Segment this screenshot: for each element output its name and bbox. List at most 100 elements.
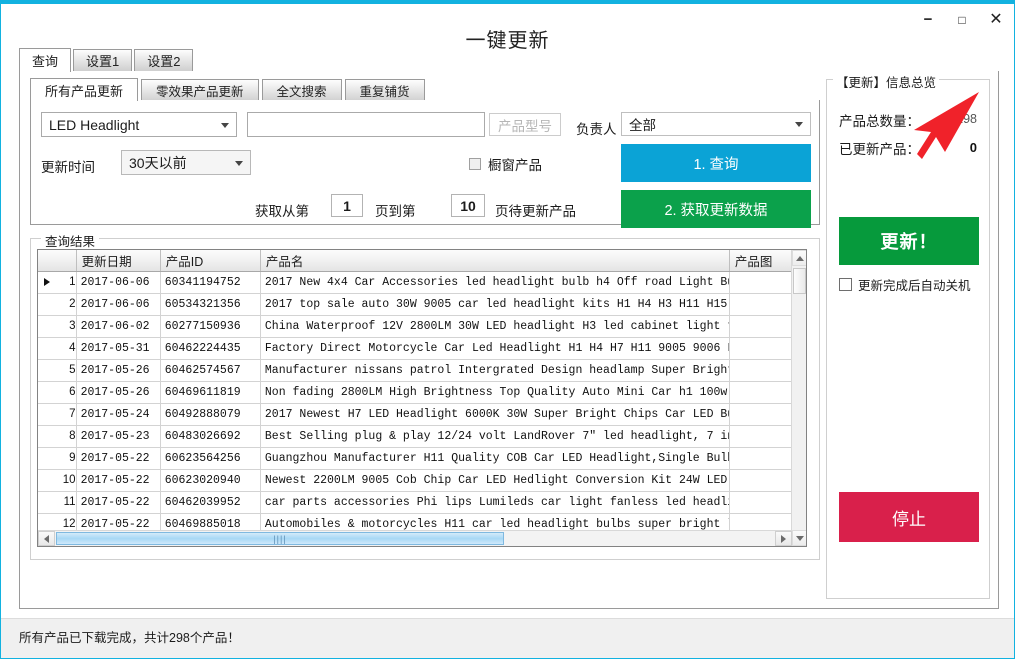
col-header-product-image[interactable]: 产品图 bbox=[729, 250, 795, 272]
cell-product-image[interactable] bbox=[729, 337, 795, 360]
cell-product-id[interactable]: 60277150936 bbox=[160, 315, 261, 338]
cell-update-date[interactable]: 2017-05-23 bbox=[76, 425, 161, 448]
row-header-cell[interactable]: 10 bbox=[38, 469, 77, 492]
minimize-icon[interactable]: − bbox=[918, 10, 938, 30]
vertical-scroll-thumb[interactable] bbox=[793, 268, 806, 294]
cell-update-date[interactable]: 2017-06-02 bbox=[76, 315, 161, 338]
cell-product-id[interactable]: 60462224435 bbox=[160, 337, 261, 360]
cell-product-name[interactable]: 2017 New 4x4 Car Accessories led headlig… bbox=[260, 271, 730, 294]
owner-select[interactable]: 全部 bbox=[621, 112, 811, 136]
row-header-cell[interactable]: 8 bbox=[38, 425, 77, 448]
cell-update-date[interactable]: 2017-05-24 bbox=[76, 403, 161, 426]
row-header-cell[interactable]: 7 bbox=[38, 403, 77, 426]
cell-update-date[interactable]: 2017-05-31 bbox=[76, 337, 161, 360]
stop-button[interactable]: 停止 bbox=[839, 492, 979, 542]
cell-product-name[interactable]: China Waterproof 12V 2800LM 30W LED head… bbox=[260, 315, 730, 338]
cell-product-name[interactable]: 2017 Newest H7 LED Headlight 6000K 30W S… bbox=[260, 403, 730, 426]
cell-update-date[interactable]: 2017-05-22 bbox=[76, 447, 161, 470]
col-header-update-date[interactable]: 更新日期 bbox=[76, 250, 161, 272]
table-row[interactable]: 5 2017-05-26 60462574567 Manufacturer nissa… bbox=[38, 359, 795, 382]
page-to-input[interactable]: 10 bbox=[451, 194, 485, 217]
cell-update-date[interactable]: 2017-05-26 bbox=[76, 381, 161, 404]
update-time-select[interactable]: 30天以前 bbox=[121, 150, 251, 175]
table-row[interactable]: 3 2017-06-02 60277150936 China Waterproof 1… bbox=[38, 315, 795, 338]
cell-product-name[interactable]: Best Selling plug & play 12/24 volt Land… bbox=[260, 425, 730, 448]
scroll-up-icon[interactable] bbox=[792, 250, 806, 266]
cell-product-id[interactable]: 60462039952 bbox=[160, 491, 261, 514]
table-row[interactable]: 9 2017-05-22 60623564256 Guangzhou Manufact… bbox=[38, 447, 795, 470]
cell-product-name[interactable]: Guangzhou Manufacturer H11 Quality COB C… bbox=[260, 447, 730, 470]
cell-product-image[interactable] bbox=[729, 491, 795, 514]
cell-product-name[interactable]: 2017 top sale auto 30W 9005 car led head… bbox=[260, 293, 730, 316]
close-icon[interactable]: ✕ bbox=[986, 10, 1006, 30]
cell-product-id[interactable]: 60483026692 bbox=[160, 425, 261, 448]
table-row[interactable]: 8 2017-05-23 60483026692 Best Selling plug … bbox=[38, 425, 795, 448]
table-row[interactable]: 11 2017-05-22 60462039952 car parts accesso… bbox=[38, 491, 795, 514]
page-from-input[interactable]: 1 bbox=[331, 194, 363, 217]
cell-product-image[interactable] bbox=[729, 469, 795, 492]
cell-product-image[interactable] bbox=[729, 381, 795, 404]
grid-vertical-scrollbar[interactable] bbox=[791, 250, 806, 546]
cell-update-date[interactable]: 2017-05-22 bbox=[76, 491, 161, 514]
cell-product-id[interactable]: 60341194752 bbox=[160, 271, 261, 294]
tab-zero-effect-update[interactable]: 零效果产品更新 bbox=[141, 79, 259, 100]
row-header-cell[interactable]: 11 bbox=[38, 491, 77, 514]
scroll-right-icon[interactable] bbox=[775, 531, 792, 546]
row-header-cell[interactable]: 4 bbox=[38, 337, 77, 360]
table-row[interactable]: 7 2017-05-24 60492888079 2017 Newest H7 LED… bbox=[38, 403, 795, 426]
cell-product-name[interactable]: Manufacturer nissans patrol Intergrated … bbox=[260, 359, 730, 382]
cell-product-name[interactable]: Factory Direct Motorcycle Car Led Headli… bbox=[260, 337, 730, 360]
update-button[interactable]: 更新！ bbox=[839, 217, 979, 265]
cell-product-name[interactable]: car parts accessories Phi lips Lumileds … bbox=[260, 491, 730, 514]
horizontal-scroll-track[interactable]: |||| bbox=[55, 531, 775, 546]
cell-update-date[interactable]: 2017-06-06 bbox=[76, 271, 161, 294]
col-header-product-name[interactable]: 产品名 bbox=[260, 250, 730, 272]
tab-query[interactable]: 查询 bbox=[19, 48, 72, 72]
cell-product-image[interactable] bbox=[729, 403, 795, 426]
cell-product-image[interactable] bbox=[729, 359, 795, 382]
grid-horizontal-scrollbar[interactable]: |||| bbox=[38, 530, 792, 546]
row-header-cell[interactable]: 5 bbox=[38, 359, 77, 382]
results-grid[interactable]: 更新日期 产品ID 产品名 产品图 1 2017-06-06 60341194752… bbox=[37, 249, 807, 547]
cell-product-name[interactable]: Non fading 2800LM High Brightness Top Qu… bbox=[260, 381, 730, 404]
scroll-left-icon[interactable] bbox=[38, 531, 55, 546]
row-header-cell[interactable]: 2 bbox=[38, 293, 77, 316]
row-header-cell[interactable]: 1 bbox=[38, 271, 77, 294]
auto-shutdown-checkbox[interactable]: 更新完成后自动关机 bbox=[839, 275, 971, 294]
maximize-icon[interactable]: □ bbox=[952, 10, 972, 30]
cell-update-date[interactable]: 2017-05-22 bbox=[76, 469, 161, 492]
tab-settings-2[interactable]: 设置2 bbox=[134, 49, 194, 71]
cell-product-id[interactable]: 60469611819 bbox=[160, 381, 261, 404]
cell-product-id[interactable]: 60623020940 bbox=[160, 469, 261, 492]
tab-all-products-update[interactable]: 所有产品更新 bbox=[30, 78, 139, 101]
cell-product-image[interactable] bbox=[729, 425, 795, 448]
cell-product-id[interactable]: 60534321356 bbox=[160, 293, 261, 316]
col-header-product-id[interactable]: 产品ID bbox=[160, 250, 261, 272]
cell-update-date[interactable]: 2017-06-06 bbox=[76, 293, 161, 316]
query-button[interactable]: 1. 查询 bbox=[621, 144, 811, 182]
cell-product-name[interactable]: Newest 2200LM 9005 Cob Chip Car LED Hedl… bbox=[260, 469, 730, 492]
tab-fulltext-search[interactable]: 全文搜索 bbox=[261, 79, 342, 100]
table-row[interactable]: 6 2017-05-26 60469611819 Non fading 2800LM … bbox=[38, 381, 795, 404]
cell-product-id[interactable]: 60492888079 bbox=[160, 403, 261, 426]
cell-product-image[interactable] bbox=[729, 271, 795, 294]
row-header-cell[interactable]: 9 bbox=[38, 447, 77, 470]
horizontal-scroll-thumb[interactable]: |||| bbox=[56, 532, 504, 545]
fetch-update-data-button[interactable]: 2. 获取更新数据 bbox=[621, 190, 811, 228]
category-select[interactable]: LED Headlight bbox=[41, 112, 237, 137]
showcase-products-checkbox[interactable]: 橱窗产品 bbox=[469, 154, 542, 174]
tab-duplicate-listing[interactable]: 重复铺货 bbox=[344, 79, 425, 100]
table-row[interactable]: 10 2017-05-22 60623020940 Newest 2200LM 900… bbox=[38, 469, 795, 492]
table-row[interactable]: 4 2017-05-31 60462224435 Factory Direct Mot… bbox=[38, 337, 795, 360]
table-row[interactable]: 2 2017-06-06 60534321356 2017 top sale auto… bbox=[38, 293, 795, 316]
cell-product-image[interactable] bbox=[729, 447, 795, 470]
cell-product-image[interactable] bbox=[729, 293, 795, 316]
scroll-down-icon[interactable] bbox=[792, 530, 806, 546]
cell-product-image[interactable] bbox=[729, 315, 795, 338]
keyword-input[interactable] bbox=[247, 112, 485, 137]
model-input[interactable]: 产品型号 bbox=[489, 113, 561, 136]
table-row[interactable]: 1 2017-06-06 60341194752 2017 New 4x4 Car A… bbox=[38, 271, 795, 294]
cell-product-id[interactable]: 60462574567 bbox=[160, 359, 261, 382]
col-header-selector[interactable] bbox=[38, 250, 77, 272]
row-header-cell[interactable]: 3 bbox=[38, 315, 77, 338]
